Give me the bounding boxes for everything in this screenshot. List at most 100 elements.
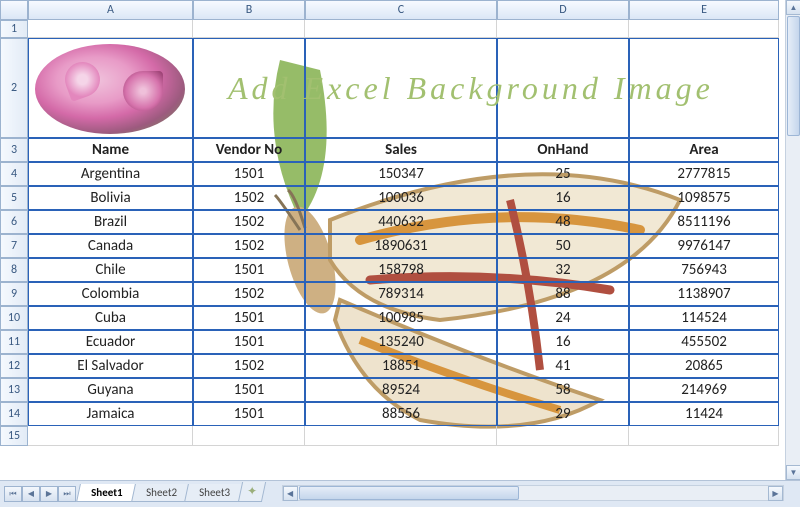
table-cell[interactable]: Jamaica bbox=[28, 402, 193, 426]
table-cell[interactable]: 135240 bbox=[305, 330, 497, 354]
table-header-cell[interactable]: Vendor No bbox=[193, 138, 305, 162]
table-cell[interactable]: 16 bbox=[497, 330, 629, 354]
row-header[interactable]: 9 bbox=[0, 282, 28, 306]
worksheet-area[interactable]: ABCDE123NameVendor NoSalesOnHandArea4Arg… bbox=[0, 0, 785, 480]
table-cell[interactable]: Chile bbox=[28, 258, 193, 282]
cell[interactable] bbox=[497, 20, 629, 38]
table-cell[interactable]: 455502 bbox=[629, 330, 779, 354]
table-cell[interactable]: 88556 bbox=[305, 402, 497, 426]
table-cell[interactable]: El Salvador bbox=[28, 354, 193, 378]
table-cell[interactable]: 1502 bbox=[193, 210, 305, 234]
table-cell[interactable]: 25 bbox=[497, 162, 629, 186]
cell[interactable] bbox=[193, 426, 305, 446]
table-cell[interactable]: Guyana bbox=[28, 378, 193, 402]
table-cell[interactable]: 214969 bbox=[629, 378, 779, 402]
table-cell[interactable]: 150347 bbox=[305, 162, 497, 186]
row-header[interactable]: 1 bbox=[0, 20, 28, 38]
sheet-tab[interactable]: Sheet3 bbox=[185, 484, 246, 502]
table-header-cell[interactable]: Sales bbox=[305, 138, 497, 162]
cell[interactable] bbox=[28, 20, 193, 38]
table-cell[interactable]: 100036 bbox=[305, 186, 497, 210]
row-header[interactable]: 12 bbox=[0, 354, 28, 378]
table-cell[interactable]: 1502 bbox=[193, 186, 305, 210]
table-cell[interactable]: 48 bbox=[497, 210, 629, 234]
table-cell[interactable]: 114524 bbox=[629, 306, 779, 330]
table-cell[interactable]: 18851 bbox=[305, 354, 497, 378]
column-header[interactable]: D bbox=[497, 0, 629, 20]
table-cell[interactable]: 2777815 bbox=[629, 162, 779, 186]
table-cell[interactable]: 756943 bbox=[629, 258, 779, 282]
table-cell[interactable]: 1502 bbox=[193, 354, 305, 378]
scroll-up-arrow[interactable]: ▲ bbox=[786, 0, 800, 15]
horizontal-scrollbar[interactable]: ◀ ▶ bbox=[282, 485, 784, 501]
table-header-cell[interactable]: Area bbox=[629, 138, 779, 162]
cell[interactable] bbox=[497, 38, 629, 138]
nav-next-icon[interactable]: ▶ bbox=[40, 486, 58, 502]
column-header[interactable]: E bbox=[629, 0, 779, 20]
cell[interactable] bbox=[629, 38, 779, 138]
cell[interactable] bbox=[305, 426, 497, 446]
table-cell[interactable]: 1501 bbox=[193, 306, 305, 330]
cell[interactable] bbox=[305, 38, 497, 138]
row-header[interactable]: 2 bbox=[0, 38, 28, 138]
row-header[interactable]: 6 bbox=[0, 210, 28, 234]
sheet-tab[interactable]: Sheet1 bbox=[76, 484, 137, 502]
table-cell[interactable]: 29 bbox=[497, 402, 629, 426]
column-header[interactable]: A bbox=[28, 0, 193, 20]
scroll-down-arrow[interactable]: ▼ bbox=[786, 465, 800, 480]
table-cell[interactable]: 440632 bbox=[305, 210, 497, 234]
row-header[interactable]: 11 bbox=[0, 330, 28, 354]
select-all-corner[interactable] bbox=[0, 0, 28, 20]
table-header-cell[interactable]: Name bbox=[28, 138, 193, 162]
table-cell[interactable]: Argentina bbox=[28, 162, 193, 186]
table-cell[interactable]: 88 bbox=[497, 282, 629, 306]
row-header[interactable]: 7 bbox=[0, 234, 28, 258]
cell[interactable] bbox=[305, 20, 497, 38]
cell[interactable] bbox=[193, 20, 305, 38]
table-cell[interactable]: 41 bbox=[497, 354, 629, 378]
sheet-tab[interactable]: Sheet2 bbox=[131, 484, 192, 502]
table-cell[interactable]: Brazil bbox=[28, 210, 193, 234]
table-cell[interactable]: 1502 bbox=[193, 282, 305, 306]
nav-first-icon[interactable]: ⏮ bbox=[4, 486, 22, 502]
table-header-cell[interactable]: OnHand bbox=[497, 138, 629, 162]
cell[interactable] bbox=[629, 426, 779, 446]
table-cell[interactable]: 32 bbox=[497, 258, 629, 282]
table-cell[interactable]: 158798 bbox=[305, 258, 497, 282]
table-cell[interactable]: 1501 bbox=[193, 258, 305, 282]
table-cell[interactable]: 1501 bbox=[193, 162, 305, 186]
table-cell[interactable]: Colombia bbox=[28, 282, 193, 306]
new-sheet-button[interactable]: ✦ bbox=[238, 482, 266, 502]
table-cell[interactable]: 20865 bbox=[629, 354, 779, 378]
table-cell[interactable]: 24 bbox=[497, 306, 629, 330]
table-cell[interactable]: 100985 bbox=[305, 306, 497, 330]
table-cell[interactable]: 789314 bbox=[305, 282, 497, 306]
vertical-scrollbar[interactable]: ▲ ▼ bbox=[785, 0, 800, 480]
nav-last-icon[interactable]: ⏭ bbox=[58, 486, 76, 502]
table-cell[interactable]: 9976147 bbox=[629, 234, 779, 258]
table-cell[interactable]: Canada bbox=[28, 234, 193, 258]
row-header[interactable]: 5 bbox=[0, 186, 28, 210]
cell[interactable] bbox=[629, 20, 779, 38]
row-header[interactable]: 8 bbox=[0, 258, 28, 282]
table-cell[interactable]: 89524 bbox=[305, 378, 497, 402]
nav-prev-icon[interactable]: ◀ bbox=[22, 486, 40, 502]
table-cell[interactable]: Ecuador bbox=[28, 330, 193, 354]
column-header[interactable]: C bbox=[305, 0, 497, 20]
table-cell[interactable]: 1138907 bbox=[629, 282, 779, 306]
table-cell[interactable]: 11424 bbox=[629, 402, 779, 426]
row-header[interactable]: 15 bbox=[0, 426, 28, 446]
row-header[interactable]: 10 bbox=[0, 306, 28, 330]
table-cell[interactable]: 58 bbox=[497, 378, 629, 402]
table-cell[interactable]: Cuba bbox=[28, 306, 193, 330]
table-cell[interactable]: 16 bbox=[497, 186, 629, 210]
column-header[interactable]: B bbox=[193, 0, 305, 20]
table-cell[interactable]: Bolivia bbox=[28, 186, 193, 210]
table-cell[interactable]: 1501 bbox=[193, 402, 305, 426]
table-cell[interactable]: 1098575 bbox=[629, 186, 779, 210]
row-header[interactable]: 14 bbox=[0, 402, 28, 426]
horizontal-scroll-thumb[interactable] bbox=[299, 486, 519, 500]
row-header[interactable]: 4 bbox=[0, 162, 28, 186]
row-header[interactable]: 3 bbox=[0, 138, 28, 162]
vertical-scroll-thumb[interactable] bbox=[787, 16, 800, 136]
